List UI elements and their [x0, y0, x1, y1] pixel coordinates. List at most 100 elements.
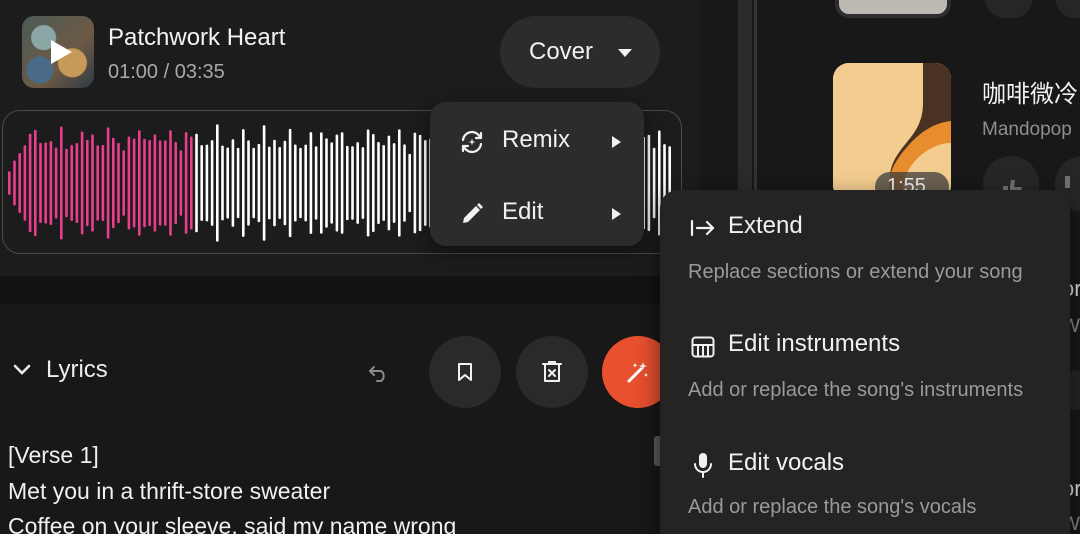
waveform-bar — [34, 129, 37, 237]
waveform-bar — [424, 140, 427, 226]
waveform-bar — [236, 147, 240, 219]
menu-label-remix: Remix — [502, 126, 571, 153]
pencil-icon — [458, 200, 486, 228]
waveform-bar — [18, 153, 21, 213]
menu-label-edit: Edit — [502, 198, 544, 225]
waveform-bar — [221, 145, 224, 221]
waveform-bar — [179, 150, 183, 216]
submenu-desc-edit-instruments: Add or replace the song's instruments — [688, 379, 1024, 401]
waveform-bar — [44, 142, 47, 224]
previous-like-button[interactable] — [985, 0, 1033, 18]
waveform-bar — [262, 125, 266, 241]
waveform-bar — [377, 141, 380, 225]
waveform-bar — [91, 134, 94, 232]
waveform-bar — [382, 145, 385, 221]
playback-time: 01:00 / 03:35 — [108, 61, 225, 83]
section-divider — [0, 276, 700, 304]
waveform-bar — [70, 145, 73, 221]
bookmark-button[interactable] — [429, 336, 501, 408]
waveform-bar — [216, 124, 219, 242]
submenu-desc-extend: Replace sections or extend your song — [688, 261, 1023, 283]
waveform-bar — [320, 132, 323, 234]
waveform-bar — [226, 147, 229, 219]
waveform-bar — [652, 147, 656, 219]
waveform-bar — [242, 129, 245, 237]
waveform-bar — [372, 134, 375, 232]
chevron-right-icon — [612, 136, 621, 148]
waveform-bar — [294, 144, 297, 222]
waveform-bar — [325, 138, 328, 228]
lyrics-line: Coffee on your sleeve, said my name wron… — [8, 513, 457, 534]
waveform-bar — [247, 140, 250, 226]
delete-icon — [542, 361, 562, 382]
waveform-bar — [13, 160, 16, 206]
waveform-bar — [174, 142, 177, 224]
cover-button-label: Cover — [529, 38, 594, 65]
menu-item-edit[interactable]: Edit — [430, 176, 644, 248]
submenu-item-extend[interactable]: Extend Replace sections or extend your s… — [660, 190, 1070, 302]
submenu-item-edit-vocals[interactable]: Edit vocals Add or replace the song's vo… — [660, 427, 1070, 534]
extend-arrow-icon — [690, 215, 716, 241]
waveform-bar — [340, 132, 344, 234]
waveform-bar — [49, 141, 53, 225]
waveform-bar — [283, 140, 287, 226]
chevron-right-icon — [612, 208, 621, 220]
undo-button[interactable] — [362, 356, 396, 390]
waveform-bar — [398, 129, 401, 237]
waveform-bar — [28, 133, 32, 233]
waveform-bar — [106, 127, 110, 239]
lyrics-toggle[interactable]: Lyrics — [12, 352, 108, 388]
lyrics-line: Met you in a thrift-store sweater — [8, 477, 331, 504]
submenu-title-extend: Extend — [728, 212, 803, 239]
waveform-bar — [309, 132, 313, 234]
waveform-bar — [117, 142, 120, 224]
submenu-item-edit-instruments[interactable]: Edit instruments Add or replace the song… — [660, 308, 1070, 420]
menu-item-remix[interactable]: Remix — [430, 104, 644, 176]
lyrics-line: [Verse 1] — [8, 442, 99, 468]
track-title[interactable]: 咖啡微冷 — [982, 74, 1078, 109]
waveform-bar — [138, 130, 141, 236]
waveform-bar — [184, 132, 188, 234]
waveform-bar — [273, 139, 276, 227]
waveform-bar — [143, 138, 146, 228]
cover-dropdown-button[interactable]: Cover — [500, 16, 660, 88]
waveform-bar — [346, 145, 349, 221]
waveform-bar — [132, 138, 136, 228]
waveform-bar — [252, 147, 255, 219]
waveform-bar — [122, 150, 125, 216]
waveform-bar — [413, 132, 417, 234]
waveform-bar — [148, 140, 151, 226]
waveform-bar — [366, 129, 370, 237]
waveform-bar — [351, 146, 354, 220]
waveform-bar — [304, 144, 307, 222]
waveform-bar — [195, 133, 198, 233]
waveform-bar — [268, 146, 271, 220]
waveform-bar — [299, 147, 302, 219]
submenu-title-edit-vocals: Edit vocals — [728, 449, 845, 476]
track-genre[interactable]: Mandopop — [982, 119, 1072, 141]
waveform-bar — [153, 134, 157, 232]
microphone-icon — [690, 452, 716, 478]
previous-dislike-button[interactable] — [1055, 0, 1080, 18]
waveform-bar — [60, 126, 63, 240]
waveform-bar — [387, 135, 391, 231]
lyrics-body[interactable]: [Verse 1] Met you in a thrift-store swea… — [8, 438, 456, 534]
waveform-bar — [75, 142, 79, 224]
waveform-bar — [314, 146, 318, 220]
waveform-bar — [392, 143, 396, 223]
waveform-bar — [164, 140, 167, 226]
waveform-bar — [158, 140, 162, 226]
song-cover-art[interactable] — [22, 16, 94, 88]
delete-button[interactable] — [516, 336, 588, 408]
waveform-bar — [80, 131, 84, 235]
waveform-bar — [39, 142, 42, 224]
waveform-bar — [54, 147, 58, 219]
waveform-bar — [418, 134, 422, 232]
chevron-down-icon — [13, 364, 31, 375]
previous-track-cover[interactable] — [835, 0, 951, 18]
waveform-bar — [278, 147, 281, 219]
waveform-bar — [361, 147, 365, 219]
waveform-bar — [330, 142, 333, 224]
submenu-desc-edit-vocals: Add or replace the song's vocals — [688, 496, 977, 518]
play-icon[interactable] — [48, 38, 74, 66]
